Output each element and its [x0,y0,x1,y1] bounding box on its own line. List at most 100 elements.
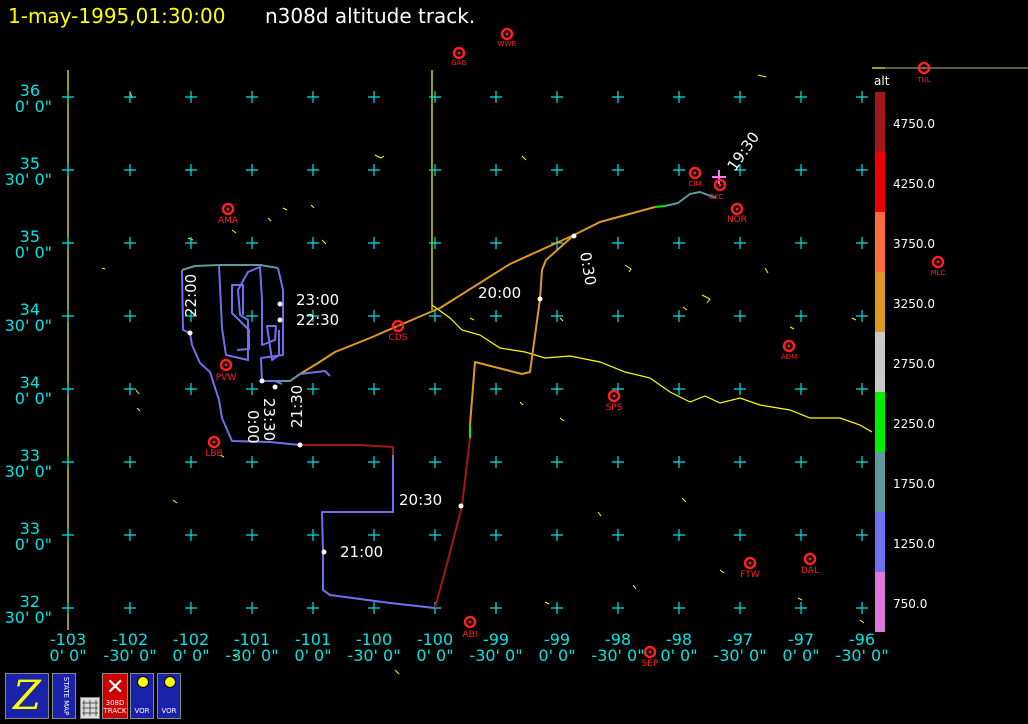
grid-cross [734,529,746,541]
grid-cross [246,602,258,614]
lat-minute-label: 0' 0" [15,97,52,116]
legend-label: 3750.0 [893,237,935,251]
grid-cross [368,310,380,322]
time-marker-dot [321,549,327,555]
lat-minute-label: 30' 0" [5,170,52,189]
grid-cross [795,91,807,103]
vor-ok-button[interactable]: VOR [130,673,154,719]
time-label: 22:00 [182,274,200,317]
grid-cross [856,529,868,541]
grid-cross [490,164,502,176]
track-toggle-button[interactable]: ✕ 308D TRACK [102,673,128,719]
vor-icon [137,676,149,688]
vor-station-label: TUL [916,76,930,84]
legend-color-swatch [875,392,885,452]
time-label: 19:30 [724,129,764,175]
grid-cross [795,383,807,395]
vor-label-2: VOR [161,707,177,715]
lat-minute-label: 0' 0" [15,389,52,408]
vor-station-label: LBB [205,449,222,459]
lat-lon-grid [62,91,868,614]
map-display[interactable]: -103 0' 0" -102 -30' 0" -102 0' 0" -101 -30' 0"… [0,0,1028,724]
grid-cross [490,529,502,541]
vor-station-label: GAG [451,59,467,67]
time-label: 22:30 [296,311,339,329]
grid-cross [307,237,319,249]
vor-station-center [808,557,812,561]
track-segment [181,264,279,271]
vor-station-label: OKC [709,193,724,201]
time-marker-dot [277,317,283,323]
legend-color-swatch [875,212,885,272]
vor-tx-button[interactable]: VOR [157,673,181,719]
grid-cross [551,602,563,614]
grid-cross [612,456,624,468]
grid-cross [246,164,258,176]
grid-cross [246,237,258,249]
grid-cross [185,383,197,395]
track-segment [434,437,471,609]
legend-color-swatch [875,152,885,212]
grid-cross [185,529,197,541]
grid-cross [734,602,746,614]
time-marker-dot [259,378,265,384]
lon-minute-label: 0' 0" [294,646,331,665]
vor-station-label: CIM [689,180,702,188]
z-logo-button[interactable]: Z [5,673,49,719]
close-icon: ✕ [106,675,125,700]
vor-station-center [748,561,752,565]
grid-cross [795,310,807,322]
track-segment [654,205,666,208]
vor-station-center [468,620,472,624]
grid-cross [429,456,441,468]
vor-station-label: FTW [740,570,760,580]
state-map-button[interactable]: STATE MAP [52,673,76,719]
vor-station-center [787,344,791,348]
grid-cross [551,164,563,176]
grid-cross [368,383,380,395]
grid-cross [734,91,746,103]
grid-cross [673,237,685,249]
grid-cross [246,383,258,395]
vor-station-label: MLC [931,269,946,277]
legend-color-swatch [875,572,885,632]
page-title: n308d altitude track. [265,4,476,28]
grid-cross [490,456,502,468]
legend-color-swatch [875,272,885,332]
time-marker-dot [537,296,543,302]
vor-station-center [936,260,940,264]
map-canvas[interactable]: -1030' 0"-102-30' 0"-1020' 0"-101-30' 0"… [0,0,1028,724]
lon-minute-label: -30' 0" [347,646,400,665]
grid-cross [490,383,502,395]
grid-cross [673,310,685,322]
grid-toggle-button[interactable] [80,697,100,719]
grid-cross [429,383,441,395]
grid-cross [307,456,319,468]
legend-label: 3250.0 [893,297,935,311]
vor-station-label: PVW [216,373,237,383]
grid-cross [62,164,74,176]
vor-stations: TUL WWR GAG CIM OKC NOR AMA MLC CDS ADM PVW SPS LBB F… [205,27,946,669]
grid-cross [307,602,319,614]
grid-cross [551,383,563,395]
grid-cross [856,602,868,614]
grid-cross [734,383,746,395]
lon-minute-label: -30' 0" [225,646,278,665]
grid-cross [368,602,380,614]
grid-cross [551,91,563,103]
grid-cross [307,383,319,395]
grid-cross [185,602,197,614]
lon-minute-label: 0' 0" [538,646,575,665]
grid-cross [795,529,807,541]
grid-cross [673,91,685,103]
grid-cross [368,164,380,176]
grid-cross [368,529,380,541]
vor-station-label: SEP [642,659,659,669]
grid-cross [612,91,624,103]
lat-minute-label: 30' 0" [5,316,52,335]
vor-label-1: VOR [134,707,150,715]
time-label: 20:00 [478,284,521,302]
vor-station-center [648,650,652,654]
grid-cross [246,529,258,541]
state-map-label: STATE MAP [62,676,71,716]
